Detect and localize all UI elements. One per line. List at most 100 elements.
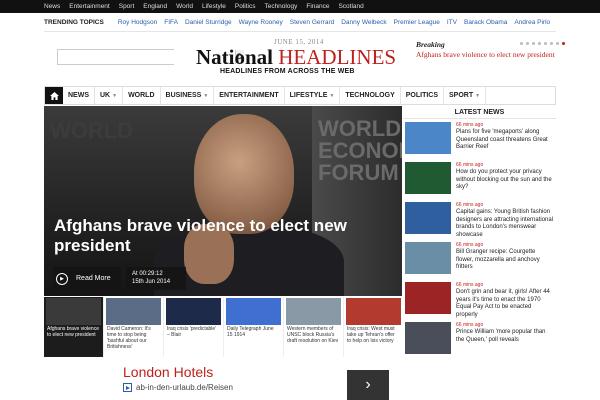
thumbnail-caption: Iraq crisis: West must take up Tehran's … [347, 326, 395, 344]
trending-topic-link[interactable]: Andrea Pirlo [514, 19, 550, 26]
read-more-button[interactable]: ▶ Read More [53, 267, 121, 290]
hero-headline[interactable]: Afghans brave violence to elect new pres… [54, 216, 384, 256]
news-thumbnail [405, 202, 451, 234]
top-menu-item[interactable]: Entertainment [69, 3, 109, 10]
trending-topic-link[interactable]: Roy Hodgson [118, 19, 157, 26]
news-headline[interactable]: Plans for five 'megaports' along Queensl… [456, 129, 554, 152]
main-nav: NEWS UK ▼ WORLD BUSINESS ▼ ENTERTAINMENT LIFEST… [44, 86, 556, 105]
nav-home-button[interactable] [45, 87, 63, 104]
top-menu-item[interactable]: Lifestyle [202, 3, 226, 10]
top-menu-item[interactable]: World [176, 3, 193, 10]
latest-news-panel: LATEST NEWS 66 mins ago Plans for five 'm… [403, 106, 556, 358]
hero-thumbnail[interactable]: Daily Telegraph June 15 1914 [224, 297, 283, 357]
thumbnail-image [226, 298, 281, 325]
play-icon: ▶ [56, 272, 68, 285]
news-thumbnail [405, 122, 451, 154]
hero-thumbnail[interactable]: Western members of UNSC block Russia's d… [284, 297, 343, 357]
latest-news-item[interactable]: 66 mins ago Bill Granger recipe: Courgett… [403, 239, 556, 279]
trending-topic-link[interactable]: Daniel Sturridge [185, 19, 232, 26]
breaking-pager[interactable] [520, 42, 565, 45]
news-time-ago: 66 mins ago [456, 242, 484, 248]
hero-timestamp: At 00:29:12 15th Jun 2014 [126, 267, 186, 290]
breaking-headline[interactable]: Afghans brave violence to elect new pres… [416, 50, 556, 60]
breaking-pager-dot[interactable] [520, 42, 523, 45]
thumbnail-caption: Afghans brave violence to elect new pres… [47, 326, 99, 338]
ad-arrow-button[interactable]: › [347, 370, 389, 400]
news-headline[interactable]: Don't grin and bear it, girls! After 44 … [456, 289, 554, 319]
thumbnail-image [46, 298, 101, 325]
ad-icon [123, 383, 132, 392]
news-headline[interactable]: Prince William 'more popular than the Qu… [456, 329, 554, 344]
chevron-down-icon: ▼ [329, 92, 335, 99]
news-headline[interactable]: Bill Granger recipe: Courgette flower, m… [456, 249, 554, 272]
breaking-pager-dot[interactable] [562, 42, 565, 45]
thumbnail-image [106, 298, 161, 325]
hero-background-text-right: WORLD ECONOMIC FORUM [318, 116, 402, 185]
chevron-down-icon: ▼ [112, 92, 118, 99]
ad-title[interactable]: London Hotels [123, 364, 213, 380]
trending-topic-link[interactable]: Premier League [394, 19, 440, 26]
read-more-label: Read More [76, 275, 111, 282]
news-time-ago: 66 mins ago [456, 122, 484, 128]
nav-item[interactable]: BUSINESS ▼ [161, 87, 215, 104]
nav-item[interactable]: UK ▼ [95, 87, 124, 104]
top-menu-item[interactable]: Sport [119, 3, 135, 10]
nav-item-label: ENTERTAINMENT [219, 92, 279, 99]
site-logo[interactable]: National HEADLINES [196, 46, 396, 68]
hero-time: At 00:29:12 [132, 271, 163, 277]
trending-topic-link[interactable]: Danny Welbeck [341, 19, 386, 26]
top-bar: News Entertainment Sport England World Lifest… [0, 0, 600, 13]
top-menu-item[interactable]: News [44, 3, 60, 10]
news-headline[interactable]: Capital gains: Young British fashion des… [456, 209, 554, 239]
breaking-pager-dot[interactable] [532, 42, 535, 45]
trending-topic-link[interactable]: FIFA [164, 19, 178, 26]
latest-news-item[interactable]: 66 mins ago Don't grin and bear it, girls… [403, 279, 556, 319]
logo-tagline: HEADLINES FROM ACROSS THE WEB [220, 68, 355, 75]
nav-item-label: NEWS [68, 92, 89, 99]
latest-news-item[interactable]: 66 mins ago Capital gains: Young British … [403, 199, 556, 239]
nav-item[interactable]: NEWS [63, 87, 95, 104]
breaking-pager-dot[interactable] [550, 42, 553, 45]
hero-background-text-left: WORLD [50, 118, 134, 143]
breaking-pager-dot[interactable] [544, 42, 547, 45]
trending-topic-link[interactable]: Wayne Rooney [239, 19, 283, 26]
nav-item[interactable]: LIFESTYLE ▼ [285, 87, 341, 104]
latest-news-item[interactable]: 66 mins ago Plans for five 'megaports' al… [403, 119, 556, 159]
nav-item-label: UK [100, 92, 111, 99]
news-headline[interactable]: How do you protect your privacy without … [456, 169, 554, 192]
breaking-pager-dot[interactable] [538, 42, 541, 45]
top-menu-item[interactable]: Finance [306, 3, 329, 10]
nav-item[interactable]: TECHNOLOGY [340, 87, 401, 104]
hero-thumbnail[interactable]: David Cameron: It's time to stop being '… [104, 297, 163, 357]
nav-item[interactable]: ENTERTAINMENT [214, 87, 285, 104]
trending-list: Roy Hodgson FIFA Daniel Sturridge Wayne Roo… [118, 19, 557, 26]
breaking-pager-dot[interactable] [556, 42, 559, 45]
top-menu-item[interactable]: Technology [264, 3, 297, 10]
latest-news-item[interactable]: 66 mins ago How do you protect your priva… [403, 159, 556, 199]
nav-item-label: LIFESTYLE [289, 92, 328, 99]
advert[interactable]: London Hotels ab-in-den-urlaub.de/Reisen… [44, 358, 556, 400]
breaking-pager-dot[interactable] [526, 42, 529, 45]
nav-item[interactable]: POLITICS [401, 87, 445, 104]
ad-url[interactable]: ab-in-den-urlaub.de/Reisen [123, 383, 233, 392]
nav-item-label: BUSINESS [165, 92, 202, 99]
news-thumbnail [405, 322, 451, 354]
trending-topic-link[interactable]: Barack Obama [464, 19, 507, 26]
trending-topic-link[interactable]: Steven Gerrard [290, 19, 334, 26]
trending-topic-link[interactable]: ITV [447, 19, 457, 26]
latest-news-item[interactable]: 66 mins ago Prince William 'more popular … [403, 319, 556, 359]
hero-thumbnail[interactable]: Iraq crisis 'predictable' – Blair [164, 297, 223, 357]
nav-item-label: POLITICS [405, 92, 439, 99]
thumbnail-image [286, 298, 341, 325]
thumbnail-image [346, 298, 401, 325]
top-menu-item[interactable]: Politics [235, 3, 256, 10]
nav-item[interactable]: SPORT ▼ [444, 87, 487, 104]
top-menu: News Entertainment Sport England World Lifest… [44, 0, 373, 13]
hero-thumbnail[interactable]: Afghans brave violence to elect new pres… [44, 297, 103, 357]
trending-label: TRENDING TOPICS [44, 19, 104, 26]
top-menu-item[interactable]: England [143, 3, 167, 10]
top-menu-item[interactable]: Scotland [338, 3, 363, 10]
logo-word-national: National [196, 45, 274, 69]
nav-item[interactable]: WORLD [123, 87, 161, 104]
hero-thumbnail[interactable]: Iraq crisis: West must take up Tehran's … [344, 297, 403, 357]
